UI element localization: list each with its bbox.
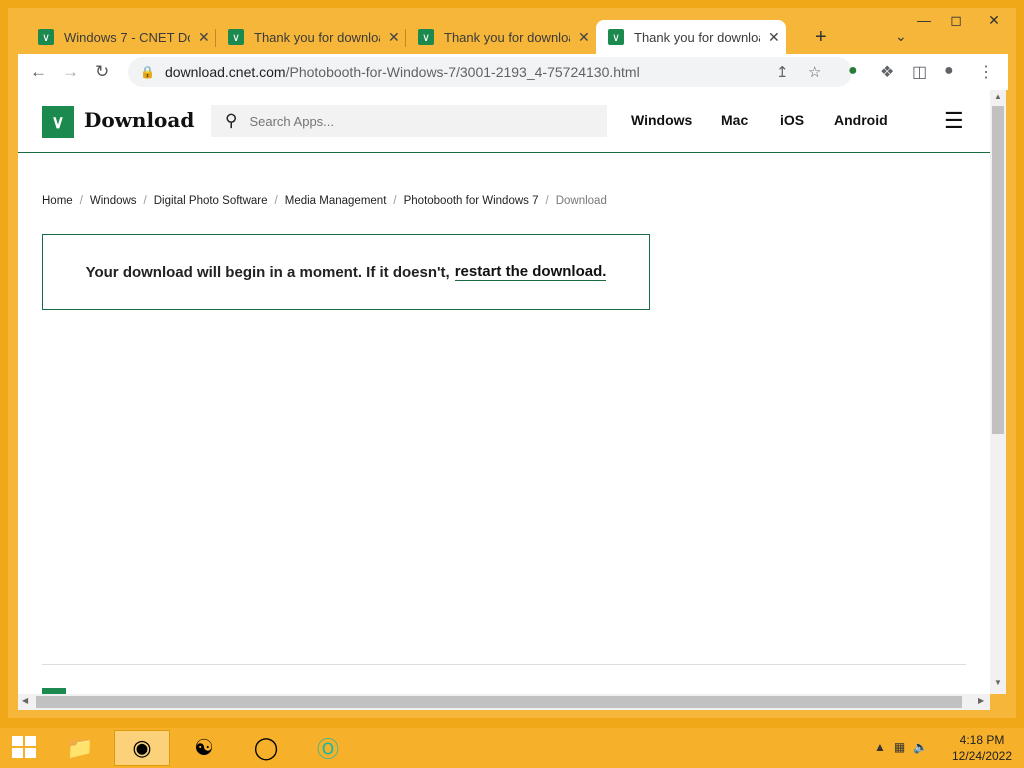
breadcrumb-home[interactable]: Home — [42, 195, 73, 207]
tab-3[interactable]: ∨ Thank you for downloa ✕ — [406, 20, 596, 54]
chrome-icon[interactable]: ◉ — [114, 730, 170, 766]
new-tab-button[interactable]: + — [815, 26, 827, 49]
vertical-scroll-thumb[interactable] — [992, 106, 1004, 434]
tray-chevron-icon[interactable]: ▲ — [874, 740, 886, 754]
profile-avatar-icon[interactable]: ● — [944, 62, 954, 80]
forward-arrow-icon[interactable]: → — [62, 62, 79, 82]
horizontal-scrollbar[interactable]: ◀ ▶ — [18, 694, 990, 710]
back-arrow-icon[interactable]: ← — [30, 62, 47, 82]
tab-4-active[interactable]: ∨ Thank you for downloa ✕ — [596, 20, 786, 54]
url-text: download.cnet.com/Photobooth-for-Windows… — [165, 64, 640, 80]
breadcrumb-separator: / — [393, 195, 397, 207]
close-tab-icon[interactable]: ✕ — [768, 29, 780, 46]
file-explorer-icon[interactable]: 📁 — [52, 730, 108, 766]
reload-icon[interactable]: ↻ — [95, 62, 109, 82]
restart-download-link[interactable]: restart the download. — [454, 263, 607, 281]
download-notice: Your download will begin in a moment. If… — [42, 234, 650, 310]
search-input[interactable] — [247, 112, 572, 130]
menu-kebab-icon[interactable]: ⋮ — [978, 62, 994, 82]
system-tray: ▲ ▦ 🔈 — [874, 740, 928, 754]
scroll-up-arrow-icon[interactable]: ▲ — [994, 92, 1002, 101]
close-tab-icon[interactable]: ✕ — [578, 29, 590, 46]
breadcrumb-digital-photo-software[interactable]: Digital Photo Software — [154, 195, 268, 207]
url-host: download.cnet.com — [164, 64, 286, 80]
breadcrumb-separator: / — [79, 195, 83, 207]
breadcrumb-media-management[interactable]: Media Management — [285, 195, 387, 207]
scroll-down-arrow-icon[interactable]: ▼ — [994, 678, 1002, 687]
notice-text: Your download will begin in a moment. If… — [85, 263, 450, 281]
footer-divider — [42, 664, 966, 665]
windows-start-icon[interactable] — [12, 736, 38, 760]
window-controls: — ◻ ✕ — [908, 8, 1016, 32]
tab-title: Thank you for downloa — [444, 29, 570, 45]
breadcrumb: Home / Windows / Digital Photo Software / Medi… — [42, 195, 607, 207]
address-bar[interactable]: 🔒 download.cnet.com/Photobooth-for-Windo… — [128, 57, 852, 87]
search-icon[interactable]: ⚲ — [225, 111, 237, 131]
scroll-left-arrow-icon[interactable]: ◀ — [22, 696, 28, 705]
extension-globe-icon[interactable]: ● — [848, 62, 858, 80]
tab-title: Windows 7 - CNET Dow — [64, 29, 190, 45]
cnet-favicon-icon: ∨ — [418, 29, 434, 45]
hamburger-menu-icon[interactable]: ☰ — [944, 108, 964, 134]
nav-ios[interactable]: iOS — [780, 112, 804, 128]
cnet-favicon-icon: ∨ — [608, 29, 624, 45]
site-logo-text[interactable]: Download — [84, 108, 194, 132]
browser-toolbar: ← → ↻ 🔒 download.cnet.com/Photobooth-for… — [18, 54, 1008, 90]
site-header: ∨ Download ⚲ Windows Mac iOS Android ☰ — [18, 90, 990, 153]
cnet-favicon-icon: ∨ — [38, 29, 54, 45]
minimize-button[interactable]: — — [908, 8, 940, 32]
share-icon[interactable]: ↥ — [776, 63, 789, 81]
horizontal-scroll-thumb[interactable] — [36, 696, 962, 708]
breadcrumb-separator: / — [274, 195, 278, 207]
nav-mac[interactable]: Mac — [721, 112, 748, 128]
bookmark-star-icon[interactable]: ☆ — [808, 63, 821, 81]
lock-icon: 🔒 — [140, 65, 155, 79]
extensions-puzzle-icon[interactable]: ❖ — [880, 62, 894, 82]
network-icon[interactable]: ▦ — [894, 740, 905, 754]
search-bar[interactable]: ⚲ — [211, 105, 607, 137]
close-tab-icon[interactable]: ✕ — [198, 29, 210, 46]
volume-icon[interactable]: 🔈 — [913, 740, 928, 754]
breadcrumb-download: Download — [555, 195, 607, 207]
url-path: /Photobooth-for-Windows-7/3001-2193_4-75… — [285, 64, 640, 80]
uplay-u-icon[interactable]: Ⓞ — [300, 730, 356, 766]
side-panel-icon[interactable]: ◫ — [912, 62, 927, 82]
vertical-scrollbar[interactable]: ▲ ▼ — [990, 90, 1006, 694]
nav-android[interactable]: Android — [834, 112, 888, 128]
tab-title: Thank you for downloa — [634, 29, 760, 45]
tab-1[interactable]: ∨ Windows 7 - CNET Dow ✕ — [26, 20, 216, 54]
taskbar: 📁 ◉ ☯ ◯ Ⓞ ▲ ▦ 🔈 4:18 PM 12/24/2022 — [0, 728, 1024, 768]
close-tab-icon[interactable]: ✕ — [388, 29, 400, 46]
clock-date: 12/24/2022 — [951, 749, 1013, 763]
clock-time: 4:18 PM — [959, 733, 1005, 747]
tab-search-chevron-icon[interactable]: ⌄ — [895, 28, 907, 45]
breadcrumb-photobooth[interactable]: Photobooth for Windows 7 — [404, 195, 539, 207]
cnet-favicon-icon: ∨ — [228, 29, 244, 45]
web-page: ∨ Download ⚲ Windows Mac iOS Android ☰ H… — [18, 90, 990, 694]
scroll-right-arrow-icon[interactable]: ▶ — [978, 696, 984, 705]
nav-windows[interactable]: Windows — [631, 112, 692, 128]
app-ring-icon[interactable]: ◯ — [238, 730, 294, 766]
tab-title: Thank you for downloa — [254, 29, 380, 45]
download-logo-icon[interactable]: ∨ — [42, 106, 74, 138]
breadcrumb-separator: / — [143, 195, 147, 207]
clock[interactable]: 4:18 PM 12/24/2022 — [948, 732, 1016, 764]
ccleaner-icon[interactable]: ☯ — [176, 730, 232, 766]
breadcrumb-separator: / — [545, 195, 549, 207]
breadcrumb-windows[interactable]: Windows — [90, 195, 137, 207]
close-window-button[interactable]: ✕ — [972, 8, 1016, 32]
maximize-button[interactable]: ◻ — [940, 8, 972, 32]
tab-2[interactable]: ∨ Thank you for downloa ✕ — [216, 20, 406, 54]
tab-strip: ∨ Windows 7 - CNET Dow ✕ ∨ Thank you for… — [18, 18, 1008, 54]
